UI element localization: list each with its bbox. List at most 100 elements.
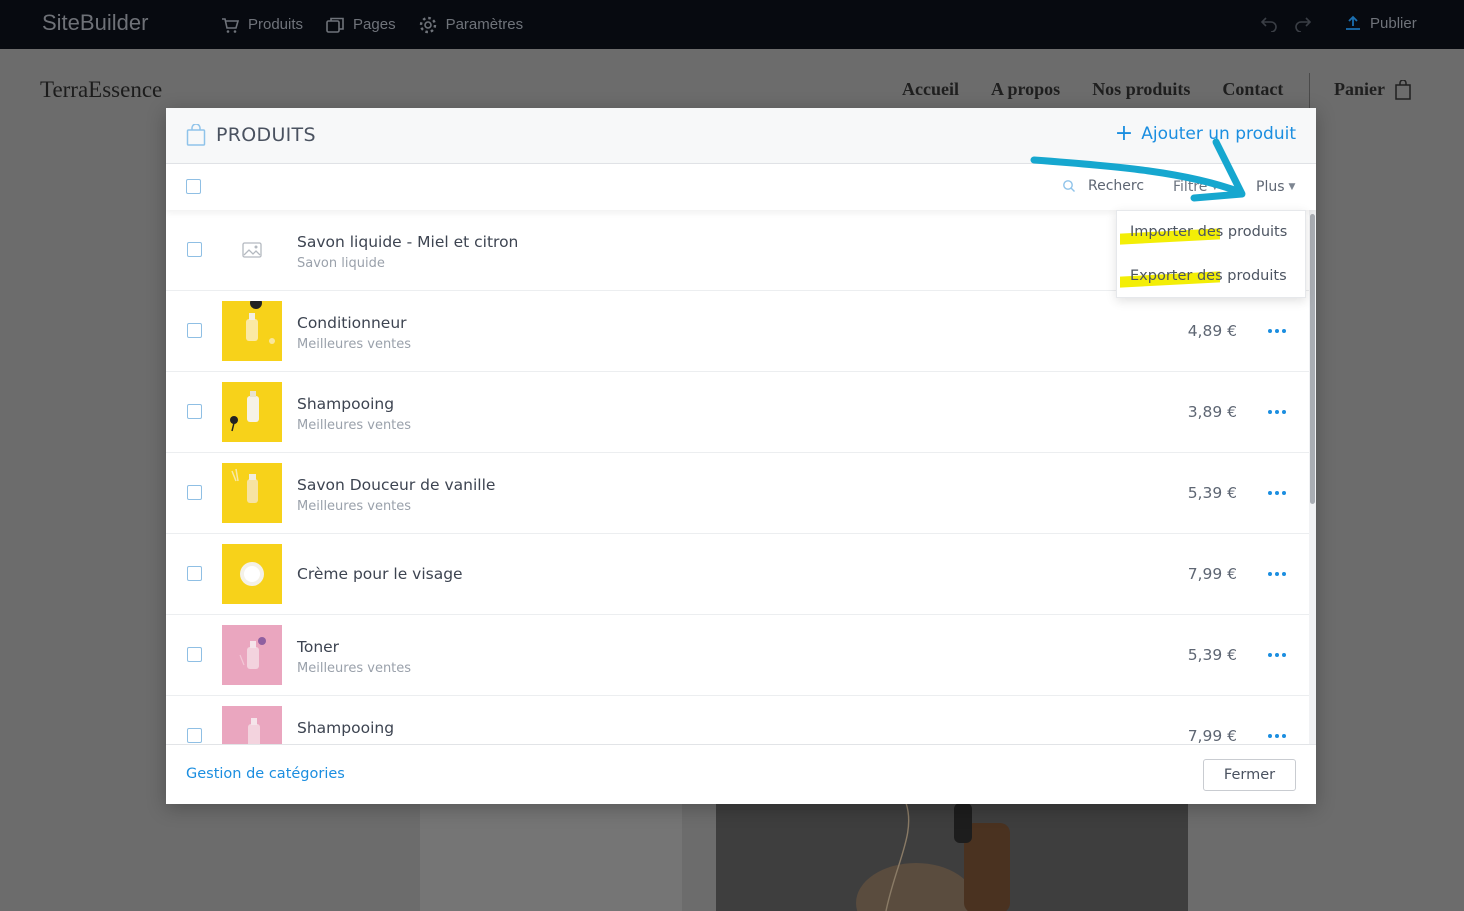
publish-button[interactable]: Publier [1344, 14, 1417, 32]
menu-item-export[interactable]: Exporter des produits [1130, 268, 1287, 284]
modal-title: PRODUITS [186, 124, 316, 146]
search-icon [1063, 180, 1075, 192]
row-checkbox[interactable] [187, 485, 202, 500]
product-name: Toner [297, 638, 340, 656]
site-hero-image-right [716, 803, 1188, 911]
row-checkbox[interactable] [187, 323, 202, 338]
app-nav: Produits Pages Paramètres [220, 0, 523, 49]
nav-parametres[interactable]: Paramètres [418, 15, 524, 35]
undo-icon[interactable] [1260, 14, 1278, 32]
site-nav-accueil[interactable]: Accueil [902, 79, 959, 100]
product-row[interactable]: Shampooing Meilleures ventes 3,89 € [166, 372, 1309, 453]
nav-produits-label: Produits [248, 16, 304, 33]
product-category: Meilleures ventes [297, 418, 412, 433]
row-checkbox[interactable] [187, 728, 202, 743]
chevron-down-icon: ▼ [1211, 182, 1219, 192]
product-name: Savon liquide - Miel et citron [297, 233, 519, 251]
row-more-icon[interactable] [1268, 329, 1286, 333]
nav-pages[interactable]: Pages [325, 15, 396, 35]
product-row[interactable]: Shampooing 7,99 € [166, 696, 1309, 744]
product-row[interactable]: Savon Douceur de vanille Meilleures vent… [166, 453, 1309, 534]
product-thumbnail [222, 382, 282, 442]
site-nav-contact[interactable]: Contact [1222, 79, 1283, 100]
product-thumbnail [222, 706, 282, 744]
close-button[interactable]: Fermer [1203, 759, 1296, 791]
scrollbar-thumb[interactable] [1310, 214, 1315, 504]
row-checkbox[interactable] [187, 242, 202, 257]
gear-icon [419, 16, 436, 33]
row-checkbox[interactable] [187, 566, 202, 581]
filter-dropdown[interactable]: Filtre ▼ [1173, 179, 1218, 195]
manage-categories-link[interactable]: Gestion de catégories [186, 766, 345, 782]
list-toolbar: Recherc Filtre ▼ Plus ▼ [166, 164, 1316, 210]
product-price: 5,39 € [1187, 484, 1237, 502]
app-topbar: SiteBuilder Produits Pages Paramètres Pu… [0, 0, 1464, 49]
more-label: Plus [1256, 179, 1285, 195]
site-nav-apropos[interactable]: A propos [991, 79, 1060, 100]
row-checkbox[interactable] [187, 404, 202, 419]
product-name: Shampooing [297, 719, 395, 737]
more-menu: Importer des produits Exporter des produ… [1116, 210, 1306, 298]
modal-title-text: PRODUITS [216, 124, 316, 146]
row-more-icon[interactable] [1268, 653, 1286, 657]
product-row[interactable]: Conditionneur Meilleures ventes 4,89 € [166, 291, 1309, 372]
modal-footer: Gestion de catégories Fermer [166, 744, 1316, 804]
row-more-icon[interactable] [1268, 734, 1286, 738]
list-scrollbar[interactable] [1309, 210, 1316, 744]
menu-item-import[interactable]: Importer des produits [1130, 224, 1287, 240]
more-dropdown[interactable]: Plus ▼ [1256, 179, 1295, 195]
image-placeholder-icon [242, 242, 262, 258]
row-more-icon[interactable] [1268, 572, 1286, 576]
pages-icon [326, 17, 344, 33]
chevron-down-icon: ▼ [1288, 182, 1296, 192]
product-category: Meilleures ventes [297, 499, 412, 514]
product-price: 3,89 € [1187, 403, 1237, 421]
product-price: 5,39 € [1187, 646, 1237, 664]
product-category: Savon liquide [297, 256, 385, 271]
product-category: Meilleures ventes [297, 661, 412, 676]
product-row[interactable]: Toner Meilleures ventes 5,39 € [166, 615, 1309, 696]
site-nav-produits[interactable]: Nos produits [1092, 79, 1190, 100]
search-field[interactable]: Recherc [1062, 178, 1144, 194]
shopping-bag-icon [186, 124, 206, 146]
nav-produits[interactable]: Produits [220, 15, 303, 35]
filter-label: Filtre [1173, 179, 1208, 195]
nav-pages-label: Pages [353, 16, 396, 33]
bag-icon [1395, 79, 1411, 100]
upload-icon [1346, 15, 1360, 30]
product-thumbnail [222, 463, 282, 523]
nav-parametres-label: Paramètres [445, 16, 524, 33]
row-more-icon[interactable] [1268, 410, 1286, 414]
product-thumbnail [222, 220, 282, 280]
add-product-label: Ajouter un produit [1141, 124, 1296, 144]
product-thumbnail [222, 544, 282, 604]
cart-icon [222, 17, 240, 33]
redo-icon[interactable] [1294, 14, 1312, 32]
product-name: Shampooing [297, 395, 395, 413]
site-nav-divider [1309, 73, 1310, 109]
site-cart[interactable]: Panier [1334, 79, 1411, 100]
product-price: 4,89 € [1187, 322, 1237, 340]
plus-icon: + [1114, 121, 1134, 146]
product-category: Meilleures ventes [297, 337, 412, 352]
product-thumbnail [222, 301, 282, 361]
product-name: Savon Douceur de vanille [297, 476, 496, 494]
add-product-button[interactable]: + Ajouter un produit [1114, 121, 1296, 146]
search-input[interactable]: Recherc [1088, 178, 1144, 194]
history-controls [1260, 14, 1312, 32]
app-brand: SiteBuilder [42, 10, 149, 35]
product-name: Crème pour le visage [297, 565, 463, 583]
site-hero-image-left [420, 803, 682, 911]
product-row[interactable]: Crème pour le visage 7,99 € [166, 534, 1309, 615]
row-more-icon[interactable] [1268, 491, 1286, 495]
product-name: Conditionneur [297, 314, 407, 332]
select-all-checkbox[interactable] [186, 179, 201, 194]
row-checkbox[interactable] [187, 647, 202, 662]
site-logo: TerraEssence [40, 77, 163, 102]
site-nav: Accueil A propos Nos produits Contact [902, 79, 1283, 100]
site-cart-label: Panier [1334, 79, 1385, 99]
publish-label: Publier [1370, 14, 1417, 32]
product-price: 7,99 € [1187, 565, 1237, 583]
product-price: 7,99 € [1187, 727, 1237, 744]
product-thumbnail [222, 625, 282, 685]
